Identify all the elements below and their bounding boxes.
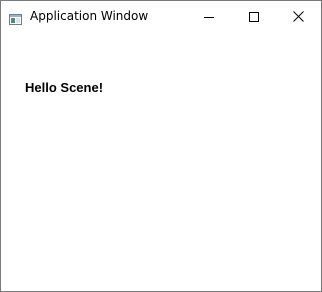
window-title: Application Window [30,9,149,23]
close-icon [293,7,304,26]
scene-content: Hello Scene! [1,31,321,291]
minimize-icon [203,7,214,26]
maximize-button[interactable] [231,1,276,31]
title-bar[interactable]: Application Window [1,1,321,31]
application-window: Application Window Hello Scene! [0,0,322,292]
minimize-button[interactable] [186,1,231,31]
application-window-icon [9,10,22,25]
close-button[interactable] [276,1,321,31]
hello-scene-label: Hello Scene! [25,80,104,95]
maximize-icon [248,7,259,26]
